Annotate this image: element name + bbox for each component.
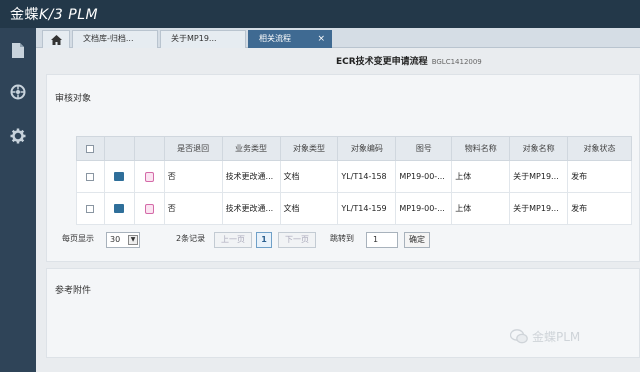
- home-icon: [50, 34, 62, 45]
- record-count: 2条记录: [176, 234, 206, 243]
- table-header-row: 是否退回 业务类型 对象类型 对象编码 图号 物料名称 对象名称 对象状态: [76, 136, 632, 161]
- view-object-icon[interactable]: [114, 204, 125, 213]
- cell-material-name: 上体: [451, 192, 511, 225]
- close-tab-icon[interactable]: ×: [317, 31, 325, 47]
- column-header[interactable]: 图号: [395, 136, 453, 161]
- column-header[interactable]: 对象编码: [337, 136, 397, 161]
- cell-object-status: 发布: [567, 192, 632, 225]
- per-page-select[interactable]: 30 ▼: [106, 232, 140, 248]
- cell-object-code: YL/T14-159: [337, 192, 397, 225]
- attachments-title: 参考附件: [55, 286, 92, 296]
- select-all-cell[interactable]: [76, 136, 105, 161]
- cell-material-name: 上体: [451, 160, 511, 193]
- review-objects-title: 审核对象: [55, 94, 92, 104]
- cell-drawing-no: MP19-00-...: [395, 192, 453, 225]
- top-bar: 金蝶K/3 PLM: [0, 0, 640, 28]
- cell-returned: 否: [163, 192, 223, 225]
- view-object-icon[interactable]: [114, 172, 125, 181]
- column-header[interactable]: 是否退回: [163, 136, 223, 161]
- cell-drawing-no: MP19-00-...: [395, 160, 453, 193]
- left-rail: [0, 28, 36, 372]
- process-code: BGLC1412009: [431, 58, 482, 66]
- select-all-checkbox[interactable]: [86, 144, 95, 153]
- app-logo: 金蝶K/3 PLM: [10, 7, 99, 23]
- cell-business-type: 技术更改通...: [221, 160, 281, 193]
- cell-object-status: 发布: [567, 160, 632, 193]
- document-icon[interactable]: [0, 32, 36, 68]
- go-button[interactable]: 确定: [404, 232, 430, 248]
- cell-object-type: 文档: [279, 192, 339, 225]
- tab-mp19[interactable]: 关于MP19...: [160, 30, 246, 48]
- review-objects-table: 是否退回 业务类型 对象类型 对象编码 图号 物料名称 对象名称 对象状态 否 …: [76, 136, 632, 225]
- cell-business-type: 技术更改通...: [221, 192, 281, 225]
- column-header[interactable]: 对象类型: [279, 136, 339, 161]
- column-header[interactable]: 对象状态: [567, 136, 632, 161]
- cell-object-code: YL/T14-158: [337, 160, 397, 193]
- table-row[interactable]: 否 技术更改通... 文档 YL/T14-158 MP19-00-... 上体 …: [76, 160, 632, 193]
- row-checkbox[interactable]: [86, 172, 95, 181]
- prev-page-button[interactable]: 上一页: [214, 232, 252, 248]
- jump-to-label: 跳转到: [330, 234, 354, 243]
- main-content: ECR技术变更申请流程 BGLC1412009 审核对象 是否退回 业务类型 对象…: [36, 48, 640, 372]
- column-header[interactable]: 物料名称: [451, 136, 511, 161]
- per-page-label: 每页显示: [62, 234, 94, 243]
- tab-related-process[interactable]: 相关流程 ×: [248, 30, 332, 48]
- tab-home[interactable]: [42, 30, 70, 48]
- tab-strip: 文档库-归档... 关于MP19... 相关流程 ×: [36, 28, 640, 48]
- next-page-button[interactable]: 下一页: [278, 232, 316, 248]
- column-header[interactable]: 对象名称: [509, 136, 569, 161]
- cell-object-name: 关于MP19...: [509, 192, 569, 225]
- page-title: ECR技术变更申请流程 BGLC1412009: [336, 57, 482, 67]
- document-file-icon[interactable]: [144, 203, 154, 214]
- chevron-down-icon[interactable]: ▼: [128, 235, 138, 245]
- wechat-icon: [510, 329, 528, 344]
- table-row[interactable]: 否 技术更改通... 文档 YL/T14-159 MP19-00-... 上体 …: [76, 192, 632, 225]
- watermark: 金蝶PLM: [510, 328, 580, 345]
- jump-page-input[interactable]: 1: [366, 232, 398, 248]
- gear-icon[interactable]: [0, 118, 36, 154]
- row-checkbox[interactable]: [86, 204, 95, 213]
- document-file-icon[interactable]: [144, 171, 154, 182]
- column-header[interactable]: 业务类型: [221, 136, 281, 161]
- cell-object-type: 文档: [279, 160, 339, 193]
- tab-document-archive[interactable]: 文档库-归档...: [72, 30, 158, 48]
- cell-object-name: 关于MP19...: [509, 160, 569, 193]
- current-page[interactable]: 1: [256, 232, 272, 248]
- compass-icon[interactable]: [0, 74, 36, 110]
- cell-returned: 否: [163, 160, 223, 193]
